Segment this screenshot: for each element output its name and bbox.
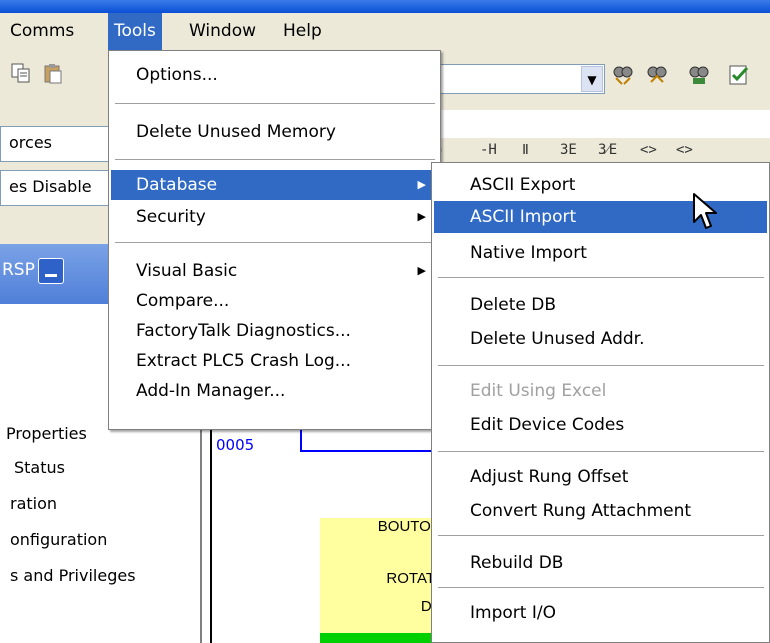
minimize-icon[interactable] [38, 258, 64, 284]
menu-item-convert-rung-attachment[interactable]: Convert Rung Attachment [434, 495, 767, 527]
menu-comms[interactable]: Comms [4, 13, 80, 50]
menu-window[interactable]: Window [183, 13, 262, 50]
rung-icon[interactable]: -H [480, 142, 497, 158]
menu-help[interactable]: Help [277, 13, 328, 50]
menu-item-rebuild-db[interactable]: Rebuild DB [434, 547, 767, 579]
project-title: RSP [2, 260, 35, 280]
copy-icon[interactable] [10, 62, 32, 84]
branch-icon[interactable]: Ⅱ [522, 142, 529, 158]
menu-item-edit-device-codes[interactable]: Edit Device Codes [434, 409, 767, 441]
menu-item-import-io[interactable]: Import I/O [434, 597, 767, 629]
ote-icon[interactable]: <> [640, 142, 657, 158]
database-submenu: ASCII Export ASCII Import Native Import … [431, 162, 770, 643]
menu-item-label: Security [136, 207, 206, 227]
chevron-down-icon[interactable]: ▼ [581, 66, 603, 92]
paste-icon[interactable] [42, 62, 64, 84]
menu-item-database[interactable]: Database ▶ [111, 170, 438, 200]
tree-item-configuration[interactable]: ration [10, 494, 57, 513]
menu-item-extract-plc5-crash-log[interactable]: Extract PLC5 Crash Log... [111, 346, 438, 376]
menu-item-adjust-rung-offset[interactable]: Adjust Rung Offset [434, 461, 767, 493]
menu-item-delete-unused-memory[interactable]: Delete Unused Memory [111, 117, 438, 147]
menu-separator [438, 587, 764, 589]
menu-tools[interactable]: Tools [108, 13, 162, 50]
menu-separator [115, 103, 435, 105]
menu-item-compare[interactable]: Compare... [111, 286, 438, 316]
find-all-icon[interactable] [646, 64, 668, 86]
menu-item-native-import[interactable]: Native Import [434, 237, 767, 269]
toolbar-combo-box[interactable]: ▼ [437, 64, 605, 94]
left-power-rail [210, 430, 212, 643]
otl-icon[interactable]: <> [676, 142, 693, 158]
menu-separator [115, 159, 435, 161]
menu-item-delete-db[interactable]: Delete DB [434, 289, 767, 321]
chevron-right-icon: ▶ [417, 178, 426, 191]
verify-icon[interactable] [728, 64, 750, 86]
menu-separator [438, 535, 764, 537]
find-icon[interactable] [612, 64, 634, 86]
tree-item-io-configuration[interactable]: onfiguration [10, 530, 107, 549]
menu-bar: Comms Tools Window Help [0, 13, 770, 50]
menu-item-addin-manager[interactable]: Add-In Manager... [111, 376, 438, 406]
rung-number[interactable]: 0005 [216, 436, 254, 454]
title-bar-strip [0, 0, 770, 13]
replace-icon[interactable] [688, 64, 710, 86]
rung-start [300, 430, 302, 452]
menu-item-label: Database [136, 175, 218, 195]
menu-separator [438, 451, 764, 453]
menu-item-edit-using-excel: Edit Using Excel [470, 381, 607, 401]
tree-item-privileges[interactable]: s and Privileges [10, 566, 136, 585]
menu-item-label: Visual Basic [136, 261, 238, 281]
tree-item-properties[interactable]: Properties [6, 424, 87, 443]
menu-separator [115, 242, 435, 244]
xic-icon[interactable]: 3E [560, 142, 577, 158]
tree-item-status[interactable]: Status [14, 458, 65, 477]
menu-item-security[interactable]: Security ▶ [111, 202, 438, 232]
chevron-right-icon: ▶ [417, 210, 426, 223]
xio-icon[interactable]: 3⁄E [598, 142, 617, 159]
menu-item-visual-basic[interactable]: Visual Basic ▶ [111, 256, 438, 286]
menu-item-delete-unused-addr[interactable]: Delete Unused Addr. [434, 323, 767, 355]
chevron-right-icon: ▶ [417, 264, 426, 277]
menu-item-factorytalk-diagnostics[interactable]: FactoryTalk Diagnostics... [111, 316, 438, 346]
menu-item-options[interactable]: Options... [111, 60, 438, 90]
tools-menu: Options... Delete Unused Memory Database… [108, 50, 441, 430]
menu-separator [438, 277, 764, 279]
menu-separator [438, 365, 764, 367]
pointer-cursor-icon [693, 193, 717, 229]
